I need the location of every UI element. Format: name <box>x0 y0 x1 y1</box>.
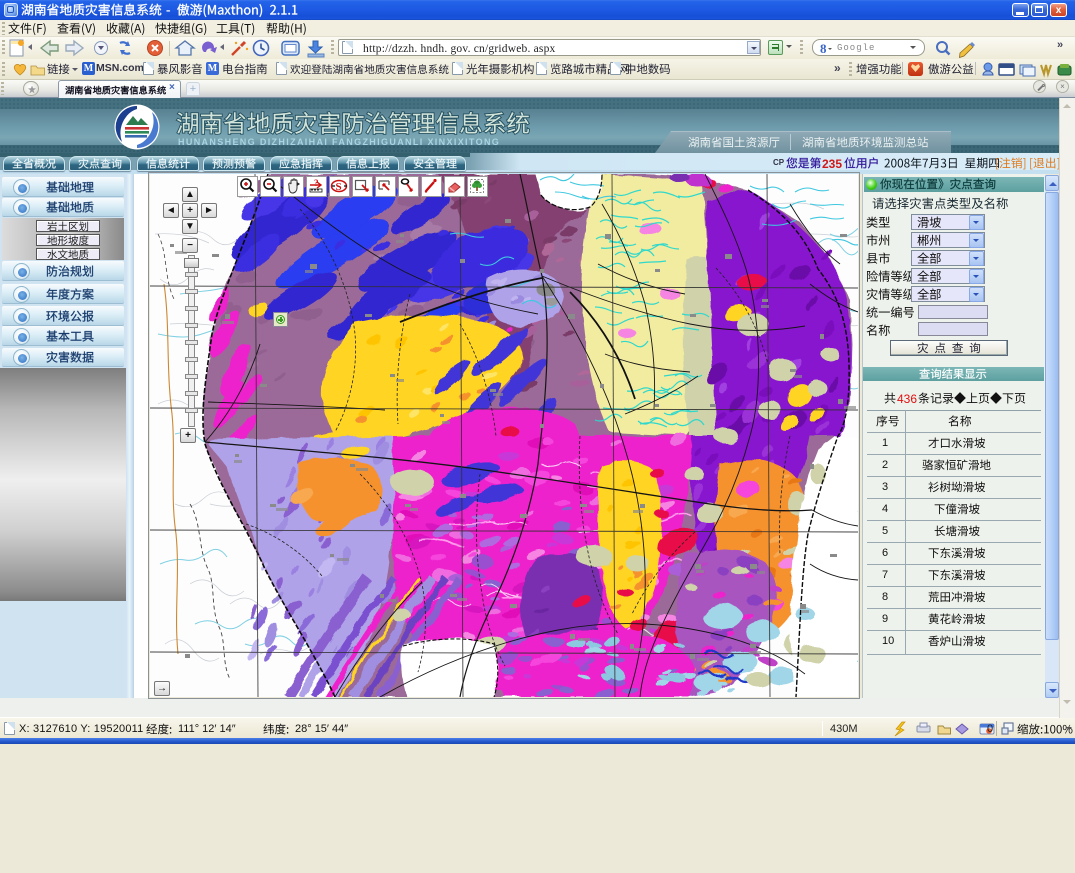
svg-text:?: ? <box>314 178 319 188</box>
svg-text:S: S <box>336 181 342 193</box>
